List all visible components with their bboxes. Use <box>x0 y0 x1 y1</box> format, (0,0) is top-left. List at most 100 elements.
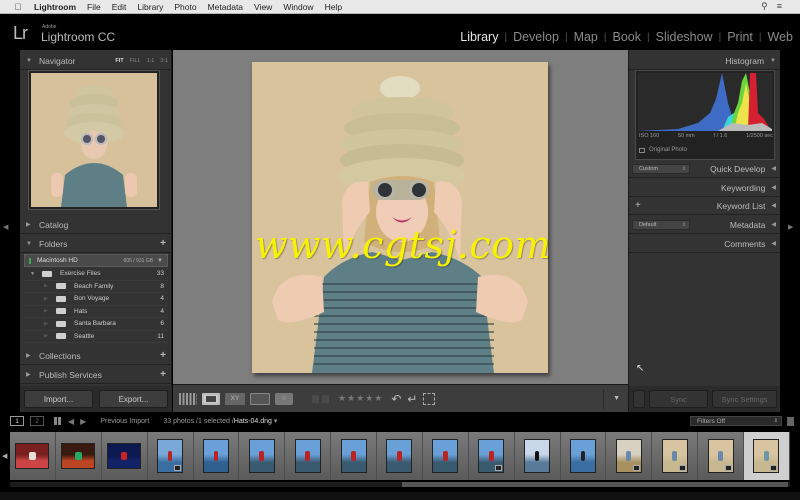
filmstrip-cell[interactable] <box>698 432 744 480</box>
filmstrip-cell[interactable] <box>331 432 377 480</box>
filmstrip-info[interactable]: 33 photos /1 selected /Hats-04.dng ▾ <box>163 417 277 425</box>
zoom-3-1[interactable]: 3:1 <box>160 58 168 64</box>
loupe-view[interactable]: www.cgtsj.com <box>173 50 628 384</box>
main-photo[interactable] <box>252 62 548 373</box>
toolbar-menu-icon[interactable]: ▼ <box>613 395 620 402</box>
compare-view-button[interactable]: XY <box>225 392 245 405</box>
navigator-preview[interactable] <box>28 70 160 210</box>
histogram-header[interactable]: Histogram ▼ <box>629 52 781 70</box>
apple-menu-icon[interactable]:  <box>12 2 24 12</box>
module-web[interactable]: Web <box>768 30 793 44</box>
volume-macintosh-hd[interactable]: Macintosh HD 605 / 931 GB ▼ <box>24 254 168 267</box>
survey-view-button[interactable] <box>250 392 270 405</box>
volume-menu-icon[interactable]: ▼ <box>157 258 163 264</box>
filmstrip-scroll-thumb[interactable] <box>402 482 788 487</box>
thumbnail-beach-man-7[interactable] <box>432 439 459 473</box>
menu-window[interactable]: Window <box>283 2 313 12</box>
module-map[interactable]: Map <box>574 30 598 44</box>
secondary-window-button[interactable]: 2 <box>30 416 44 426</box>
thumbnail-beach-man-8[interactable] <box>478 439 505 473</box>
bottom-panel-toggle[interactable] <box>0 492 800 500</box>
thumbnail-public-market-sign[interactable] <box>107 443 142 469</box>
collections-header[interactable]: ▶ Collections + <box>20 347 172 365</box>
quick-develop-preset-select[interactable]: Custom ⇕ <box>632 163 690 174</box>
zoom-fill[interactable]: FILL <box>130 58 141 64</box>
folder-seattle[interactable]: ▶ Seattle 11 <box>24 331 168 343</box>
menu-photo[interactable]: Photo <box>174 2 196 12</box>
primary-window-button[interactable]: 1 <box>10 416 24 426</box>
keywording-header[interactable]: Keywording ◀ <box>629 179 781 197</box>
menu-metadata[interactable]: Metadata <box>208 2 243 12</box>
grid-view-button[interactable] <box>179 392 197 405</box>
original-photo-toggle[interactable]: Original Photo <box>639 147 687 153</box>
thumbnail-seafood-neon-sign[interactable] <box>61 443 96 469</box>
folder-santa-barbara[interactable]: ▶ Santa Barbara 6 <box>24 318 168 331</box>
add-keyword-icon[interactable]: + <box>635 200 641 211</box>
back-arrow-icon[interactable]: ◀ <box>68 417 74 426</box>
menu-view[interactable]: View <box>254 2 272 12</box>
filmstrip-cell[interactable] <box>101 432 148 480</box>
filmstrip-cell[interactable] <box>55 432 102 480</box>
filmstrip-cell[interactable] <box>285 432 332 480</box>
import-button[interactable]: Import... <box>24 390 93 408</box>
folder-exercise-files[interactable]: ▼ Exercise Files 33 <box>24 268 168 281</box>
module-book[interactable]: Book <box>613 30 642 44</box>
add-collection-icon[interactable]: + <box>160 350 166 361</box>
thumbnail-beach-man-4[interactable] <box>294 439 321 473</box>
module-print[interactable]: Print <box>727 30 753 44</box>
filmstrip-cell[interactable] <box>239 432 286 480</box>
flag-pick-icon[interactable] <box>312 394 319 403</box>
folder-hats[interactable]: ▶ Hats 4 <box>24 306 168 318</box>
menu-file[interactable]: File <box>87 2 101 12</box>
folder-beach-family[interactable]: ▶ Beach Family 8 <box>24 281 168 293</box>
filmstrip-cell[interactable] <box>193 432 240 480</box>
collapsed-triangle-icon[interactable]: ▶ <box>44 333 52 339</box>
filmstrip-scrollbar[interactable] <box>10 482 790 487</box>
navigator-header[interactable]: ▼ Navigator FIT FILL 1:1 3:1 <box>20 52 172 70</box>
list-icon[interactable]: ≡ <box>777 1 782 12</box>
filmstrip-cell[interactable] <box>606 432 653 480</box>
comments-header[interactable]: Comments ◀ <box>629 235 781 253</box>
search-icon[interactable]: ⚲ <box>761 1 768 12</box>
catalog-header[interactable]: ▶ Catalog <box>20 216 172 234</box>
thumbnail-beach-jump[interactable] <box>569 439 596 473</box>
crop-icon[interactable] <box>423 392 436 405</box>
module-slideshow[interactable]: Slideshow <box>656 30 713 44</box>
add-folder-icon[interactable]: + <box>160 238 166 249</box>
filmstrip-cell[interactable] <box>468 432 515 480</box>
left-panel-toggle[interactable]: ◀ <box>0 50 20 412</box>
thumbnail-hats-01[interactable] <box>615 439 642 473</box>
thumbnail-beach-man-6[interactable] <box>386 439 413 473</box>
thumbnail-boat-flag[interactable] <box>524 439 551 473</box>
filter-lock-icon[interactable] <box>787 416 794 426</box>
keyword-list-header[interactable]: + Keyword List ◀ <box>629 197 781 215</box>
filmstrip-cell[interactable] <box>560 432 607 480</box>
zoom-fit[interactable]: FIT <box>115 58 123 64</box>
zoom-1-1[interactable]: 1:1 <box>147 58 155 64</box>
rotate-right-icon[interactable]: ↵ <box>407 392 417 406</box>
metadata-preset-select[interactable]: Default ⇕ <box>632 219 690 230</box>
metadata-header[interactable]: Default ⇕ Metadata ◀ <box>629 216 781 234</box>
filmstrip-cell[interactable] <box>422 432 469 480</box>
publish-services-header[interactable]: ▶ Publish Services + <box>20 366 172 384</box>
menu-app[interactable]: Lightroom <box>34 2 76 12</box>
filmstrip-source[interactable]: Previous Import <box>100 418 149 425</box>
menu-help[interactable]: Help <box>325 2 342 12</box>
filmstrip-cell[interactable] <box>10 432 56 480</box>
filmstrip-cell[interactable] <box>744 432 790 480</box>
menu-library[interactable]: Library <box>137 2 163 12</box>
module-library[interactable]: Library <box>460 30 498 44</box>
menu-edit[interactable]: Edit <box>112 2 127 12</box>
thumbnail-beach-man-5[interactable] <box>340 439 367 473</box>
sync-button[interactable]: Sync <box>649 390 709 408</box>
filmstrip-scroll-left-icon[interactable]: ◀ <box>2 452 7 460</box>
people-view-button[interactable]: ☺ <box>275 392 293 405</box>
collapsed-triangle-icon[interactable]: ▶ <box>44 283 52 289</box>
forward-arrow-icon[interactable]: ▶ <box>80 417 86 426</box>
sync-settings-button[interactable]: Sync Settings <box>712 390 777 408</box>
thumbnail-hats-03[interactable] <box>707 439 734 473</box>
export-button[interactable]: Export... <box>99 390 168 408</box>
grid-icon[interactable] <box>54 417 62 425</box>
folders-header[interactable]: ▼ Folders + <box>20 235 172 253</box>
collapsed-triangle-icon[interactable]: ▶ <box>44 321 52 327</box>
